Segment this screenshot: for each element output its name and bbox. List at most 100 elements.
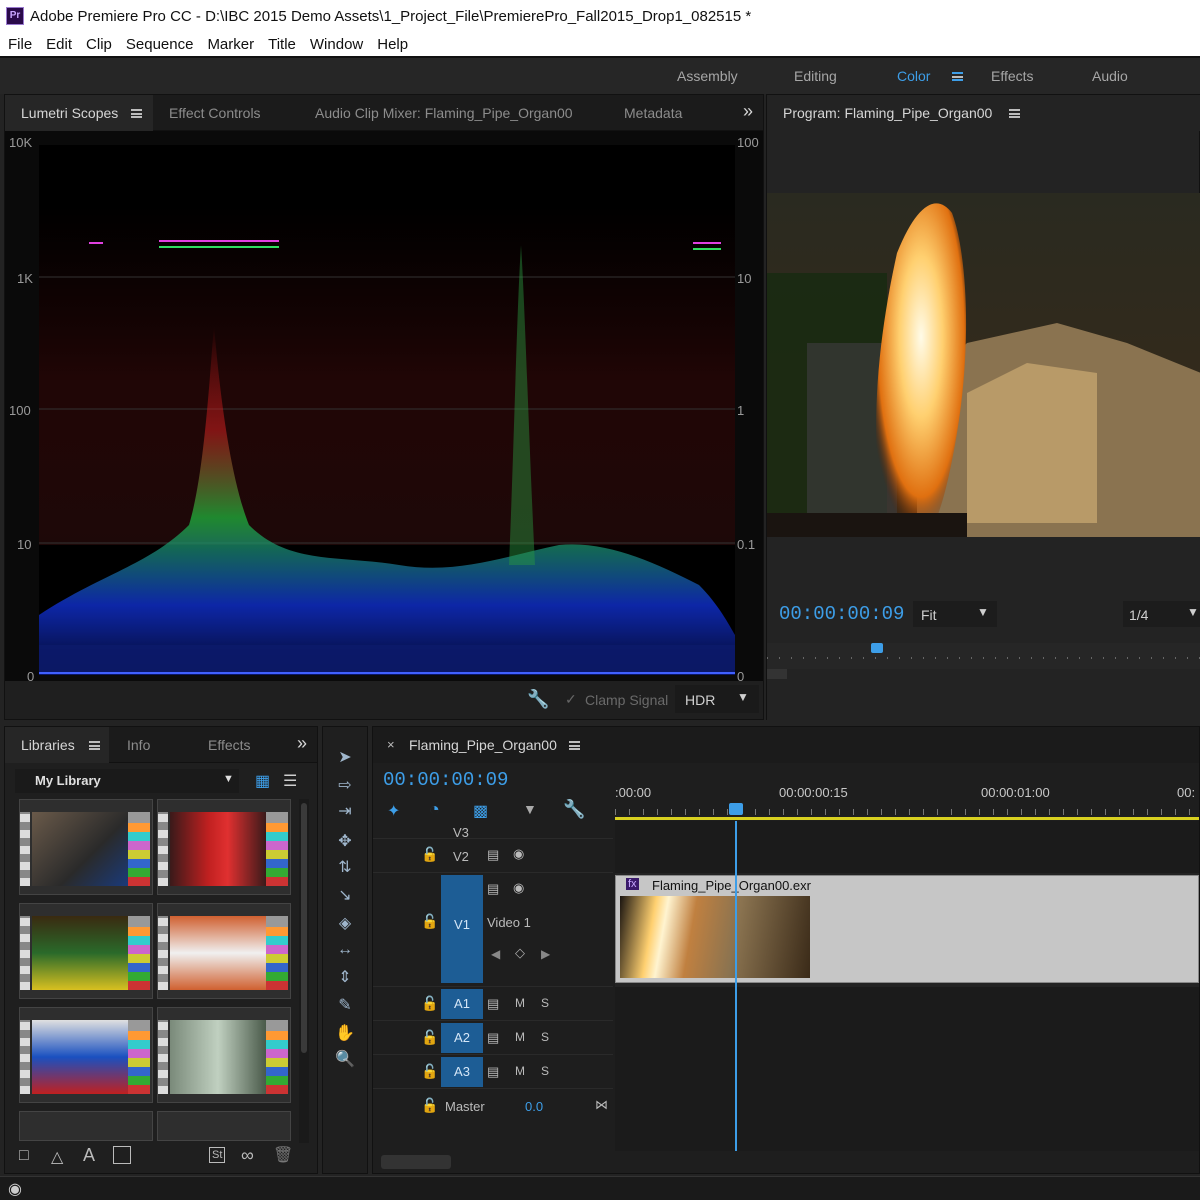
character-style-icon[interactable]: A [83, 1145, 95, 1166]
more-tabs-icon[interactable]: » [743, 101, 753, 122]
tab-metadata[interactable]: Metadata [624, 105, 682, 121]
prev-keyframe-icon[interactable]: ◀ [491, 947, 500, 961]
panel-menu-icon[interactable] [89, 741, 100, 750]
solo-button[interactable]: S [541, 1064, 549, 1078]
hand-tool-icon[interactable]: ✋ [333, 1023, 357, 1045]
wrench-icon[interactable]: 🔧 [527, 689, 549, 710]
track-v2-label[interactable]: V2 [453, 849, 469, 864]
menu-file[interactable]: File [0, 36, 38, 53]
library-asset-thumbnail[interactable] [157, 799, 291, 895]
playhead-icon[interactable] [871, 643, 883, 653]
creative-cloud-sync-icon[interactable]: ◉ [8, 1179, 22, 1199]
pen-tool-icon[interactable]: ✎ [333, 995, 357, 1017]
track-a2-target[interactable]: A2 [441, 1023, 483, 1053]
tab-sequence[interactable]: Flaming_Pipe_Organ00 [409, 737, 557, 753]
program-time-ruler[interactable] [767, 643, 1200, 669]
lock-icon[interactable]: 🔓 [421, 995, 438, 1012]
workspace-editing[interactable]: Editing [794, 68, 837, 84]
mute-button[interactable]: M [515, 1064, 525, 1078]
resolution-dropdown[interactable]: 1/4 ▼ [1123, 601, 1200, 627]
library-asset-thumbnail[interactable] [19, 1111, 153, 1141]
master-volume-value[interactable]: 0.0 [525, 1099, 543, 1114]
rate-stretch-tool-icon[interactable]: ⇅ [333, 857, 357, 879]
graphic-icon[interactable] [113, 1146, 131, 1164]
ripple-edit-tool-icon[interactable]: ⇥ [333, 801, 357, 823]
library-asset-thumbnail[interactable] [157, 1007, 291, 1103]
color-theme-icon[interactable]: △ [51, 1147, 63, 1167]
timeline-scrollbar[interactable] [373, 1151, 1199, 1173]
trash-icon[interactable]: 🗑 [273, 1145, 293, 1165]
library-selector[interactable]: My Library ▼ [15, 769, 239, 793]
lock-icon[interactable]: 🔓 [421, 1029, 438, 1046]
snap-icon[interactable]: ◔ [429, 799, 440, 820]
library-asset-thumbnail[interactable] [19, 1007, 153, 1103]
add-marker-icon[interactable]: ▼ [523, 801, 537, 817]
tab-info[interactable]: Info [127, 737, 150, 753]
creative-cloud-icon[interactable]: ∞ [241, 1145, 254, 1166]
tab-libraries[interactable]: Libraries [21, 737, 75, 753]
slip-tool-icon[interactable]: ◈ [333, 913, 357, 935]
library-asset-thumbnail[interactable] [157, 1111, 291, 1141]
menu-marker[interactable]: Marker [199, 36, 260, 53]
master-fade-icon[interactable]: ⋈ [595, 1097, 608, 1113]
grid-view-icon[interactable]: ▦ [255, 771, 270, 791]
video-clip[interactable]: fx Flaming_Pipe_Organ00.exr [615, 875, 1199, 983]
panel-menu-icon[interactable] [1009, 109, 1020, 118]
slide-edit-tool-icon[interactable]: ⇕ [333, 967, 357, 989]
workspace-color[interactable]: Color [897, 68, 930, 84]
menu-window[interactable]: Window [302, 36, 369, 53]
close-icon[interactable]: × [387, 737, 395, 752]
wrench-icon[interactable]: 🔧 [563, 799, 585, 820]
hdr-dropdown[interactable]: HDR ▼ [675, 685, 759, 713]
zoom-tool-icon[interactable]: 🔍 [333, 1049, 357, 1071]
menu-clip[interactable]: Clip [78, 36, 118, 53]
toggle-sync-icon[interactable]: ▤ [487, 881, 499, 897]
toggle-sync-icon[interactable]: ▤ [487, 1030, 499, 1046]
tab-effects[interactable]: Effects [208, 737, 251, 753]
lock-icon[interactable]: 🔓 [421, 1063, 438, 1080]
library-asset-thumbnail[interactable] [157, 903, 291, 999]
work-area-bar[interactable] [615, 817, 1199, 820]
library-asset-thumbnail[interactable] [19, 903, 153, 999]
checkbox-icon[interactable]: ✓ [565, 691, 577, 708]
panel-menu-icon[interactable] [131, 109, 142, 118]
menu-edit[interactable]: Edit [38, 36, 78, 53]
track-v3-label[interactable]: V3 [453, 825, 469, 840]
menu-title[interactable]: Title [260, 36, 302, 53]
toggle-sync-icon[interactable]: ▤ [487, 996, 499, 1012]
mute-button[interactable]: M [515, 1030, 525, 1044]
keyframe-icon[interactable]: ◇ [515, 945, 525, 961]
next-keyframe-icon[interactable]: ▶ [541, 947, 550, 961]
list-view-icon[interactable]: ☰ [283, 771, 297, 791]
library-asset-thumbnail[interactable] [19, 799, 153, 895]
lock-icon[interactable]: 🔓 [421, 913, 438, 930]
track-a1-target[interactable]: A1 [441, 989, 483, 1019]
playhead-icon[interactable] [729, 803, 743, 815]
panel-menu-icon[interactable] [569, 741, 580, 750]
lock-icon[interactable]: 🔓 [421, 846, 438, 863]
workspace-effects[interactable]: Effects [991, 68, 1034, 84]
program-timecode[interactable]: 00:00:00:09 [779, 603, 904, 625]
track-select-tool-icon[interactable]: ⇨ [333, 775, 357, 797]
lock-icon[interactable]: 🔓 [421, 1097, 438, 1114]
timeline-timecode[interactable]: 00:00:00:09 [383, 769, 508, 791]
stock-icon[interactable]: St [209, 1147, 226, 1163]
more-tabs-icon[interactable]: » [297, 733, 307, 754]
zoom-dropdown[interactable]: Fit ▼ [913, 601, 997, 627]
nest-sequences-icon[interactable]: ✦ [387, 801, 400, 821]
toggle-sync-icon[interactable]: ▤ [487, 847, 499, 863]
eye-icon[interactable]: ◉ [513, 880, 524, 896]
workspace-assembly[interactable]: Assembly [677, 68, 738, 84]
workspace-menu-icon[interactable] [952, 72, 963, 81]
selection-tool-icon[interactable]: ➤ [333, 747, 357, 769]
track-v1-target[interactable]: V1 [441, 875, 483, 983]
toggle-sync-icon[interactable]: ▤ [487, 1064, 499, 1080]
track-a3-target[interactable]: A3 [441, 1057, 483, 1087]
clamp-signal-label[interactable]: Clamp Signal [585, 692, 668, 708]
tab-lumetri-scopes[interactable]: Lumetri Scopes [21, 105, 118, 121]
linked-selection-icon[interactable]: ▩ [473, 801, 488, 821]
tab-effect-controls[interactable]: Effect Controls [169, 105, 261, 121]
rolling-edit-tool-icon[interactable]: ✥ [333, 831, 357, 853]
timeline-ruler[interactable]: :00:00 00:00:00:15 00:00:01:00 00: [615, 779, 1199, 821]
mute-button[interactable]: M [515, 996, 525, 1010]
